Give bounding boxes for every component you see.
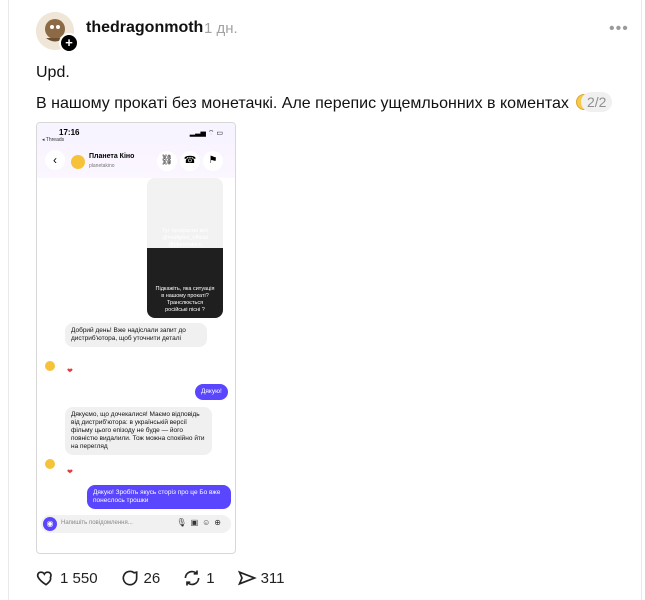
chat-actions: ⛓ ☎ ⚑	[157, 151, 223, 171]
share-button[interactable]: 311	[237, 568, 285, 588]
chat-avatar-small	[45, 361, 55, 371]
like-button[interactable]: 1 550	[36, 568, 98, 588]
shared-story-image[interactable]: Тут прекрасно все @multiplex_official @p…	[147, 178, 223, 318]
share-count: 311	[260, 569, 285, 587]
post-actions: 1 550 26 1 311	[36, 568, 307, 588]
message-incoming-2: Дякуємо, що дочекалися! Маємо відповідь …	[65, 407, 212, 455]
comment-button[interactable]: 26	[120, 568, 161, 588]
story-caption-2: Підкажіть, яка ситуація в нашому прокаті…	[155, 286, 215, 313]
composer-icons[interactable]: 🎙▣☺⊕	[176, 518, 225, 527]
heart-icon	[36, 571, 52, 586]
chat-handle: planetakino	[89, 163, 115, 169]
chat-name: Планета Кіно	[89, 153, 135, 160]
post-text-line-2-text: В нашому прокаті без монетачкі. Але пере…	[36, 95, 569, 112]
post-text-line-2: В нашому прокаті без монетачкі. Але пере…	[36, 94, 593, 113]
follow-plus-icon[interactable]: +	[59, 33, 79, 53]
post-text-line-1: Upd.	[36, 64, 70, 81]
chat-avatar-small	[45, 459, 55, 469]
comment-icon	[122, 570, 138, 586]
share-icon	[237, 570, 257, 586]
comment-count: 26	[143, 569, 161, 587]
post-card: + thedragonmoth 1 дн. ••• Upd. В нашому …	[8, 0, 642, 600]
message-outgoing-2: Дякую! Зробіть якусь сторіз про це Бо вж…	[87, 485, 231, 509]
chat-avatar	[71, 155, 85, 169]
more-icon[interactable]: •••	[609, 20, 633, 37]
message-outgoing-1: Дякую!	[195, 384, 228, 400]
composer-placeholder: Напишіть повідомлення...	[61, 520, 133, 526]
message-composer[interactable]: ◉ Напишіть повідомлення... 🎙▣☺⊕	[41, 515, 231, 533]
camera-icon[interactable]: ◉	[43, 517, 57, 531]
status-icons: ▂▃▅ ⌔ ▭	[189, 130, 223, 137]
phone-time: 17:16	[59, 128, 80, 137]
heart-icon: ❤	[67, 469, 73, 476]
story-caption-1: Тут прекрасно все @multiplex_official @p…	[161, 228, 209, 248]
phone-icon[interactable]: ☎	[180, 151, 200, 171]
flag-icon[interactable]: ⚑	[203, 151, 223, 171]
repost-icon	[184, 570, 200, 586]
heart-icon: ❤	[67, 368, 73, 375]
username[interactable]: thedragonmoth	[86, 19, 203, 37]
back-icon[interactable]: ‹	[45, 150, 65, 170]
link-icon[interactable]: ⛓	[157, 151, 177, 171]
message-incoming-1: Добрий день! Вже надіслали запит до дист…	[65, 323, 207, 347]
screenshot-image[interactable]: 17:16 ◂ Threads ▂▃▅ ⌔ ▭ ‹ Планета Кіно p…	[36, 122, 236, 554]
post-time: 1 дн.	[204, 20, 238, 37]
repost-button[interactable]: 1	[182, 568, 215, 588]
repost-count: 1	[206, 569, 215, 587]
like-count: 1 550	[60, 569, 98, 587]
media-counter: 2/2	[581, 92, 613, 112]
back-app: ◂ Threads	[42, 137, 65, 143]
